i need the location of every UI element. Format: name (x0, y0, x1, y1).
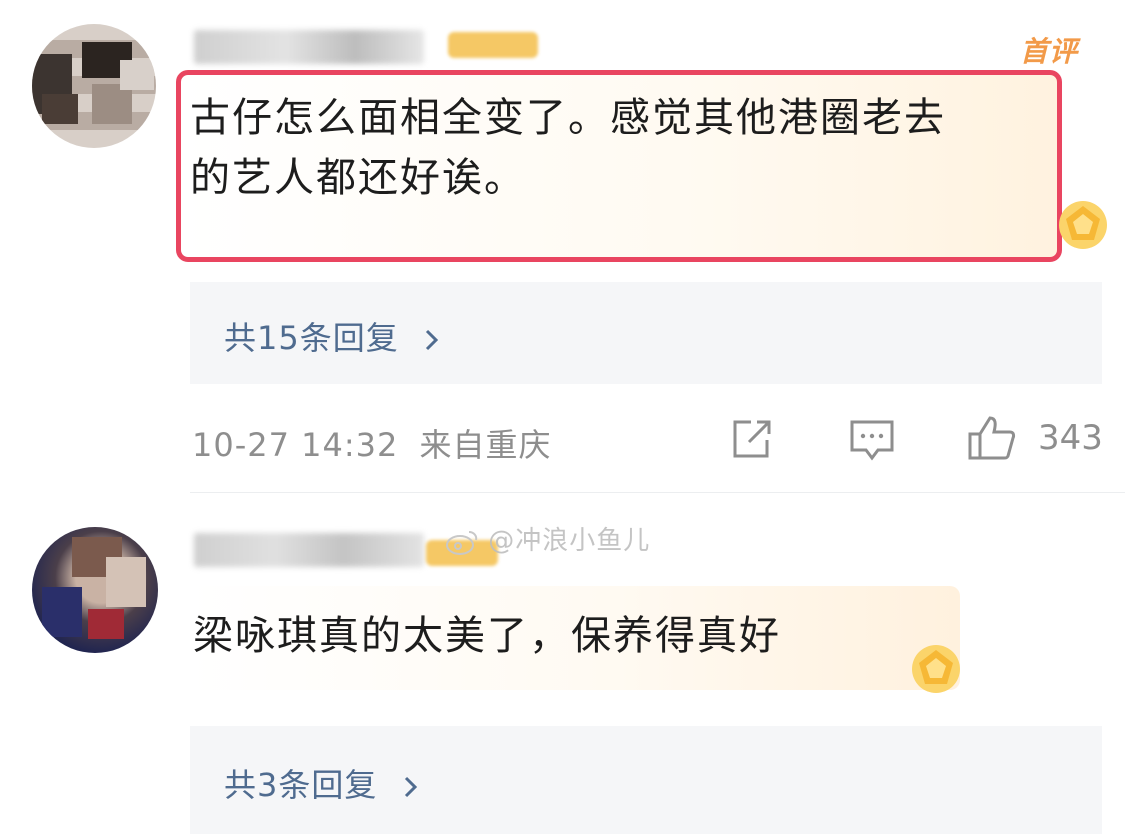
location: 来自重庆 (419, 426, 552, 464)
like-icon[interactable] (966, 414, 1018, 462)
comment-meta: 10-27 14:32 来自重庆 (192, 420, 552, 466)
medal-icon (1059, 201, 1107, 249)
timestamp: 10-27 14:32 (192, 426, 399, 464)
chevron-right-icon (404, 776, 417, 798)
vip-badge (448, 32, 538, 58)
view-replies-link[interactable]: 共15条回复 (224, 313, 442, 359)
comment-text: 古仔怎么面相全变了。感觉其他港圈老去 的艺人都还好诶。 (190, 95, 946, 201)
divider (190, 492, 1125, 493)
first-comment-badge: 首评 (1020, 35, 1079, 68)
comment-icon[interactable] (848, 418, 896, 462)
weibo-logo-icon (446, 530, 478, 555)
avatar[interactable] (32, 527, 158, 653)
like-count: 343 (1038, 418, 1103, 458)
watermark: @冲浪小鱼儿 (445, 520, 650, 557)
avatar[interactable] (32, 24, 156, 148)
username[interactable] (194, 533, 424, 567)
comment-text: 梁咏琪真的太美了，保养得真好 (193, 613, 781, 659)
share-icon[interactable] (729, 418, 775, 460)
view-replies-link[interactable]: 共3条回复 (224, 760, 421, 806)
username[interactable] (194, 30, 424, 64)
chevron-right-icon (425, 329, 439, 351)
medal-icon (912, 645, 960, 693)
